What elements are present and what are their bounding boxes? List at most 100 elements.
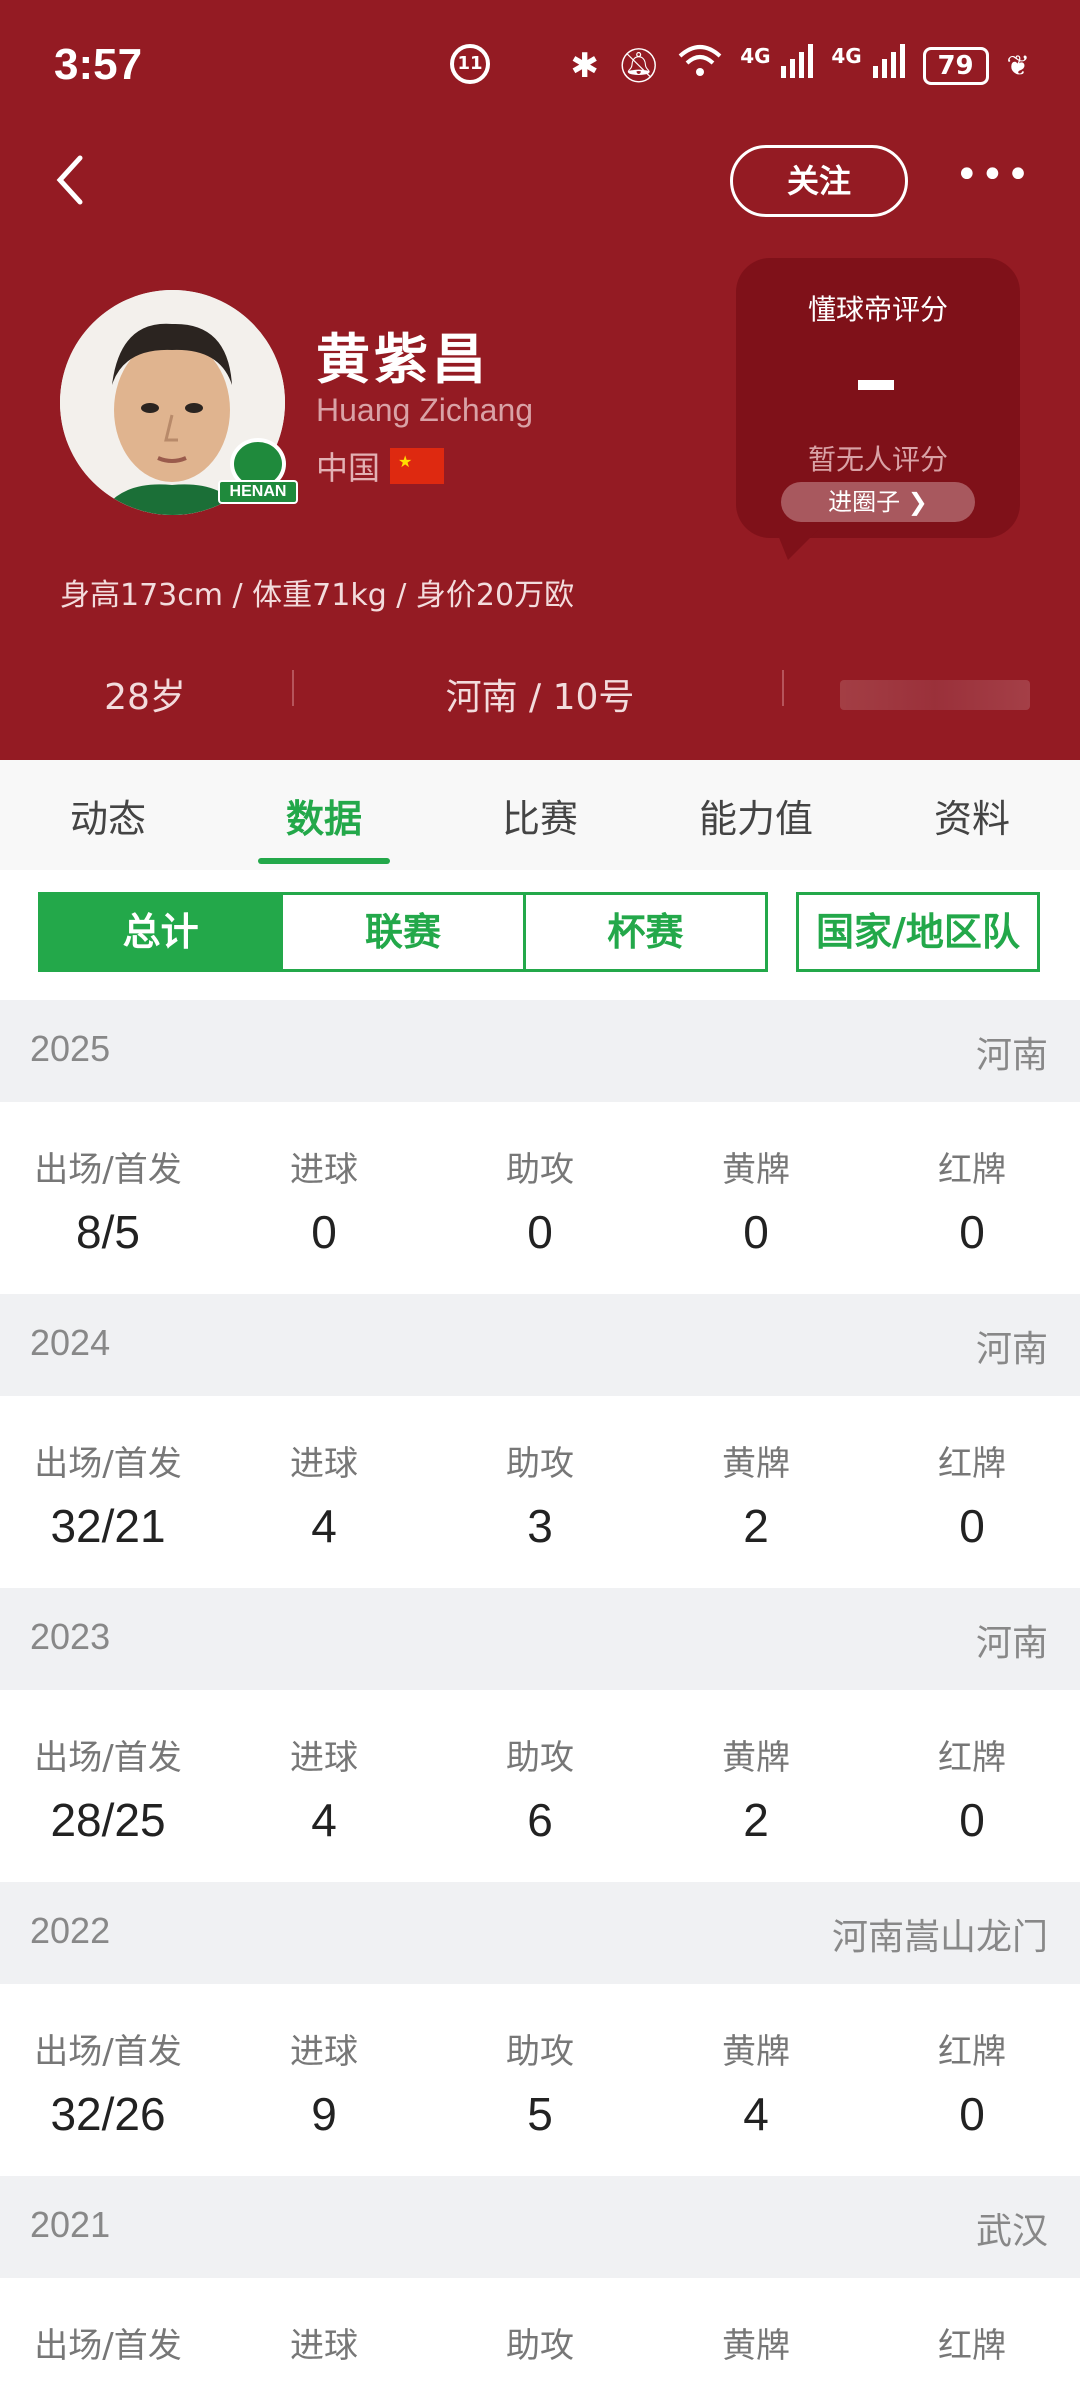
segment-total[interactable]: 总计 — [41, 895, 284, 969]
stat-column: 黄牌 2 — [648, 1730, 864, 1847]
season-stats-row: 出场/首发 28/25 进球 4 助攻 6 黄牌 2 红牌 0 — [0, 1690, 1080, 1882]
season-header: 2021 武汉 — [0, 2176, 1080, 2278]
stat-value: 4 — [311, 1500, 337, 1552]
season-year: 2022 — [30, 1910, 111, 1951]
season-header: 2023 河南 — [0, 1588, 1080, 1690]
tab-feed[interactable]: 动态 — [0, 788, 216, 843]
rating-card: 懂球帝评分 暂无人评分 进圈子 ❯ — [736, 258, 1020, 538]
player-age: 28岁 — [104, 677, 186, 718]
season-team: 河南 — [975, 1623, 1048, 1664]
tab-data[interactable]: 数据 — [216, 788, 432, 843]
stat-value: 0 — [311, 1206, 337, 1258]
stat-value: 32/26 — [50, 2088, 166, 2140]
active-tab-indicator — [258, 858, 390, 864]
season-stats-row: 出场/首发 32/21 进球 4 助攻 3 黄牌 2 红牌 0 — [0, 1396, 1080, 1588]
season-stats-row: 出场/首发 8/5 进球 0 助攻 0 黄牌 0 红牌 0 — [0, 1102, 1080, 1294]
follow-button[interactable]: 关注 — [730, 145, 908, 217]
stat-column: 红牌 — [864, 2318, 1080, 2381]
rating-note: 暂无人评分 — [807, 443, 948, 476]
stat-column: 进球 9 — [216, 2024, 432, 2141]
tab-matches[interactable]: 比赛 — [432, 788, 648, 843]
season-header: 2024 河南 — [0, 1294, 1080, 1396]
player-english-name: Huang Zichang — [316, 392, 534, 428]
stat-value: 0 — [527, 1206, 553, 1258]
blurred-info — [840, 680, 1030, 710]
stat-label: 红牌 — [938, 2326, 1006, 2366]
rating-empty-dash — [858, 380, 894, 390]
stat-label: 红牌 — [938, 1738, 1006, 1778]
stat-label: 出场/首发 — [34, 1444, 182, 1484]
stat-label: 助攻 — [506, 1738, 574, 1778]
stat-column: 出场/首发 32/21 — [0, 1436, 216, 1553]
bluetooth-icon: ✱ — [570, 45, 600, 86]
stat-value: 0 — [959, 2088, 985, 2140]
more-options-button[interactable]: ••• — [955, 150, 1030, 210]
nation-label: 中国 — [316, 449, 381, 487]
mute-icon: 🔕︎ — [617, 45, 661, 86]
stat-column: 红牌 0 — [864, 2024, 1080, 2141]
stat-column: 助攻 0 — [432, 1142, 648, 1259]
stat-column: 红牌 0 — [864, 1436, 1080, 1553]
team-number: 河南 / 10号 — [445, 677, 635, 718]
season-stats-row: 出场/首发 进球 助攻 黄牌 红牌 — [0, 2278, 1080, 2388]
stat-label: 红牌 — [938, 2032, 1006, 2072]
tab-ability[interactable]: 能力值 — [648, 788, 864, 843]
season-team: 河南嵩山龙门 — [831, 1917, 1048, 1958]
status-bar: 3:57 11 ✱ 🔕︎ 4G 4G 79 ❦ — [0, 0, 1080, 130]
stat-label: 助攻 — [506, 1150, 574, 1190]
stat-value: 2 — [743, 1500, 769, 1552]
stat-column: 进球 0 — [216, 1142, 432, 1259]
rating-title: 懂球帝评分 — [807, 293, 948, 326]
stat-label: 助攻 — [506, 2032, 574, 2072]
segment-national-team[interactable]: 国家/地区队 — [796, 892, 1040, 972]
chevron-left-icon — [56, 155, 83, 205]
stat-value: 4 — [743, 2088, 769, 2140]
stat-label: 进球 — [290, 2326, 358, 2366]
stat-value: 32/21 — [50, 1500, 166, 1552]
stat-column: 出场/首发 28/25 — [0, 1730, 216, 1847]
stat-label: 进球 — [290, 1150, 358, 1190]
stat-label: 助攻 — [506, 1444, 574, 1484]
stat-column: 出场/首发 — [0, 2318, 216, 2381]
stat-column: 进球 4 — [216, 1436, 432, 1553]
player-nationality: 中国 ★ — [316, 443, 445, 489]
divider — [782, 670, 784, 706]
stat-column: 出场/首发 8/5 — [0, 1142, 216, 1259]
stat-column: 进球 — [216, 2318, 432, 2381]
join-circle-button[interactable]: 进圈子 ❯ — [781, 482, 975, 522]
tab-bar: 动态 数据 比赛 能力值 资料 — [0, 760, 1080, 870]
segment-league[interactable]: 联赛 — [283, 895, 526, 969]
competition-filter: 总计 联赛 杯赛 国家/地区队 — [0, 870, 1080, 990]
stat-column: 助攻 6 — [432, 1730, 648, 1847]
body-stats: 身高173cm / 体重71kg / 身价20万欧 — [60, 578, 575, 613]
stat-value: 0 — [743, 1206, 769, 1258]
player-header: 3:57 11 ✱ 🔕︎ 4G 4G 79 ❦ 关注 ••• HENAN 黄紫昌… — [0, 0, 1080, 760]
stat-column: 助攻 — [432, 2318, 648, 2381]
rating-card-tail — [776, 530, 818, 560]
stat-column: 进球 4 — [216, 1730, 432, 1847]
stat-column: 黄牌 2 — [648, 1436, 864, 1553]
stat-column: 出场/首发 32/26 — [0, 2024, 216, 2141]
segment-cup[interactable]: 杯赛 — [526, 895, 765, 969]
stat-label: 黄牌 — [722, 1150, 790, 1190]
signal-icon: 4G — [740, 44, 814, 87]
season-header: 2022 河南嵩山龙门 — [0, 1882, 1080, 1984]
notification-icon: 11 — [450, 44, 490, 84]
club-badge-icon: HENAN — [218, 438, 298, 508]
wifi-icon — [678, 44, 722, 87]
stat-label: 出场/首发 — [34, 1150, 182, 1190]
leaf-icon: ❦ — [1006, 49, 1030, 82]
stat-label: 黄牌 — [722, 1738, 790, 1778]
back-button[interactable] — [50, 150, 110, 210]
battery-icon: 79 — [922, 46, 989, 85]
signal-icon-2: 4G — [831, 44, 905, 87]
stat-value: 2 — [743, 1794, 769, 1846]
divider — [292, 670, 294, 706]
season-year: 2024 — [30, 1322, 111, 1363]
tab-profile[interactable]: 资料 — [864, 788, 1080, 843]
status-icons: ✱ 🔕︎ 4G 4G 79 ❦ — [571, 44, 1030, 87]
stat-label: 出场/首发 — [34, 2326, 182, 2366]
stat-label: 红牌 — [938, 1150, 1006, 1190]
stat-value: 8/5 — [76, 1206, 140, 1258]
stat-column: 黄牌 — [648, 2318, 864, 2381]
